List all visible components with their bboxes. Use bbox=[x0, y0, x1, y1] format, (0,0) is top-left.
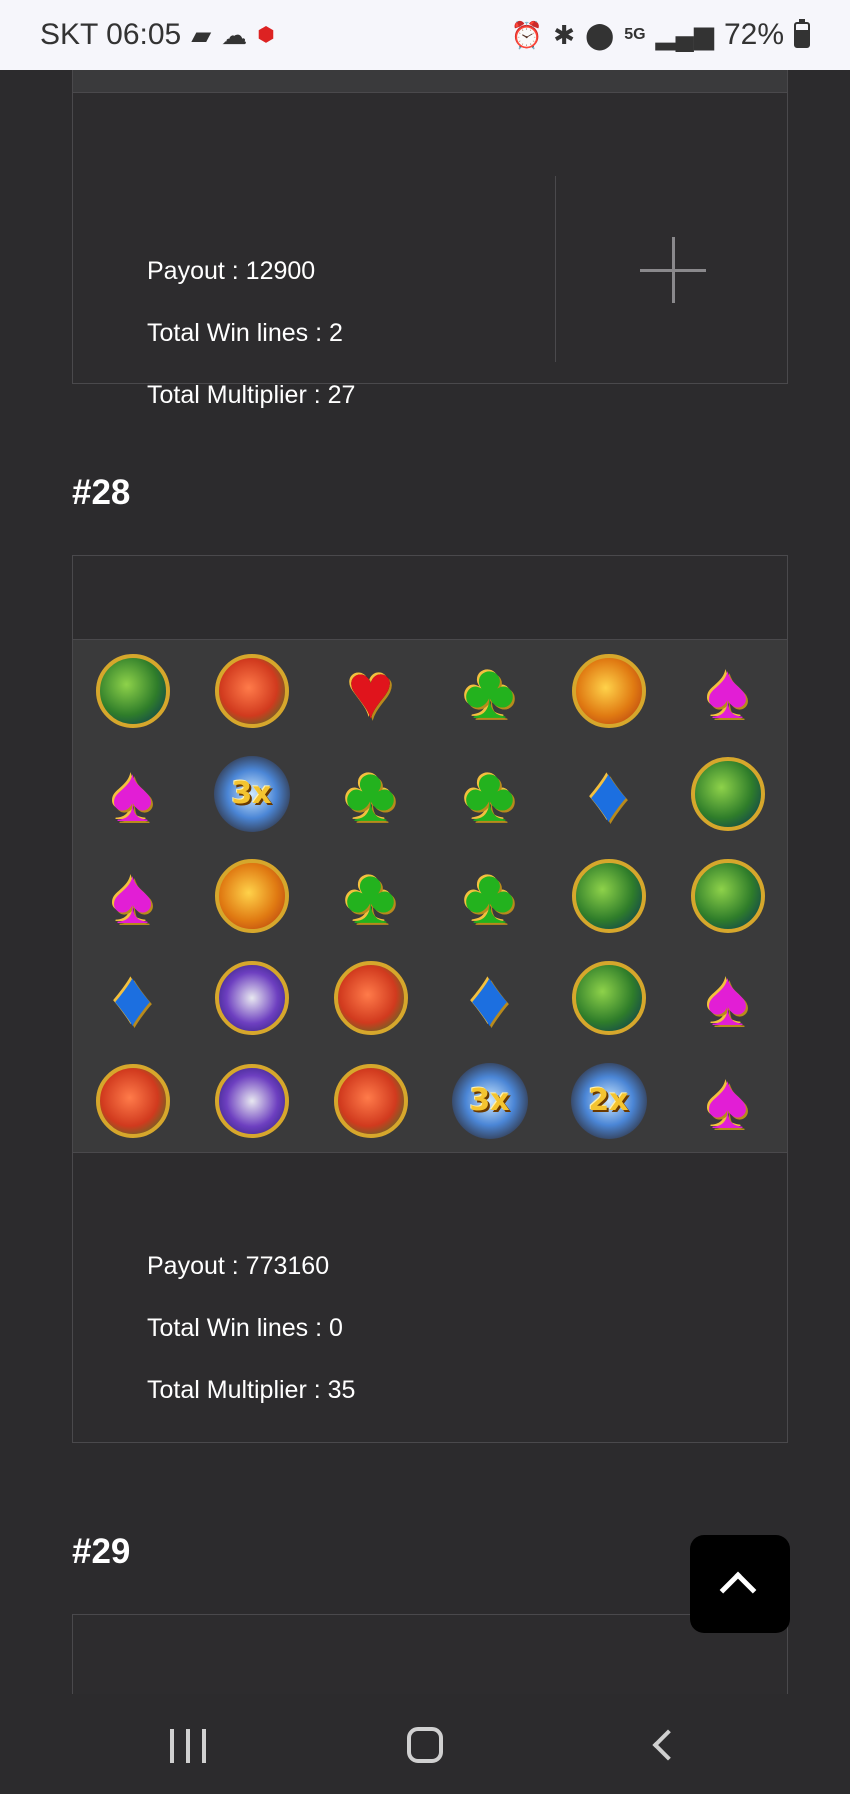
signal-icon: ▂▄▆ bbox=[655, 20, 714, 50]
grid-cell: ♠ bbox=[73, 845, 192, 947]
heart-symbol-icon: ♥ bbox=[347, 647, 394, 736]
grid-cell: ♣ bbox=[430, 640, 549, 742]
grid-cell bbox=[192, 640, 311, 742]
grid-cell bbox=[73, 640, 192, 742]
grid-cell: ♦ bbox=[430, 947, 549, 1049]
grid-cell: ♣ bbox=[311, 845, 430, 947]
recents-icon[interactable] bbox=[170, 1729, 206, 1763]
win-lines-text: Total Win lines : 0 bbox=[147, 1314, 343, 1342]
spin-title-28: #28 bbox=[72, 473, 131, 512]
card-icon: ▰ bbox=[191, 20, 212, 50]
grid-cell: ♠ bbox=[668, 640, 787, 742]
grid-cell bbox=[549, 947, 668, 1049]
wild-3x-symbol-icon: 3x bbox=[213, 755, 290, 832]
fish-red-symbol-icon bbox=[333, 961, 408, 1036]
grid-cell: ♦ bbox=[549, 742, 668, 844]
fish-red-symbol-icon bbox=[214, 654, 289, 729]
back-icon[interactable] bbox=[652, 1729, 684, 1761]
stats-divider bbox=[555, 176, 556, 362]
club-symbol-icon: ♣ bbox=[463, 851, 516, 940]
multiplier-text: Total Multiplier : 27 bbox=[147, 381, 356, 409]
app-icon: ⬢ bbox=[257, 24, 275, 46]
grid-cell bbox=[549, 640, 668, 742]
wild-2x-symbol-icon: 2x bbox=[570, 1062, 647, 1139]
grid-cell: ♠ bbox=[668, 947, 787, 1049]
grid-cell bbox=[192, 1050, 311, 1152]
location-icon: ⬤ bbox=[585, 20, 615, 50]
spin-card-previous: Payout : 12900 Total Win lines : 2 Total… bbox=[72, 70, 788, 409]
fish-green-symbol-icon bbox=[571, 961, 646, 1036]
back-to-top-button[interactable] bbox=[690, 1535, 790, 1633]
spade-symbol-icon: ♠ bbox=[111, 851, 154, 940]
grid-cell: ♣ bbox=[311, 742, 430, 844]
grid-cell: ♠ bbox=[73, 742, 192, 844]
club-symbol-icon: ♣ bbox=[344, 851, 397, 940]
diamond-symbol-icon: ♦ bbox=[469, 954, 510, 1043]
grid-cell: ♠ bbox=[668, 1050, 787, 1152]
grid-cell bbox=[192, 947, 311, 1049]
spin-stats: Payout : 12900 Total Win lines : 2 Total… bbox=[147, 240, 355, 426]
fish-orange-symbol-icon bbox=[571, 654, 646, 729]
grid-cell: ♦ bbox=[73, 947, 192, 1049]
navigation-bar bbox=[0, 1694, 850, 1794]
fish-green-symbol-icon bbox=[690, 858, 765, 933]
home-icon[interactable] bbox=[407, 1727, 443, 1763]
grid-cell bbox=[668, 845, 787, 947]
multiplier-text: Total Multiplier : 35 bbox=[147, 1376, 356, 1404]
carrier-time: SKT 06:05 bbox=[40, 18, 182, 51]
payout-text: Payout : 12900 bbox=[147, 257, 316, 285]
fish-orange-symbol-icon bbox=[214, 858, 289, 933]
grid-cell bbox=[668, 742, 787, 844]
fish-green-symbol-icon bbox=[95, 654, 170, 729]
win-lines-text: Total Win lines : 2 bbox=[147, 319, 343, 347]
fish-red-symbol-icon bbox=[333, 1063, 408, 1138]
spin-title-29: #29 bbox=[72, 1532, 131, 1571]
diamond-symbol-icon: ♦ bbox=[112, 954, 153, 1043]
grid-cell: ♣ bbox=[430, 845, 549, 947]
status-bar: SKT 06:05 ▰ ☁ ⬢ ⏰ ✱ ⬤ 5G ▂▄▆ 72% bbox=[0, 0, 850, 70]
fish-purple-symbol-icon bbox=[214, 1063, 289, 1138]
bluetooth-icon: ✱ bbox=[553, 20, 576, 50]
symbol-grid: ♥ ♣ ♠ ♠ 3x ♣ ♣ ♦ ♠ ♣ ♣ ♦ ♦ ♠ 3x 2x ♠ bbox=[73, 639, 787, 1153]
battery-percent: 72% bbox=[723, 18, 784, 51]
spin-stats: Payout : 773160 Total Win lines : 0 Tota… bbox=[147, 1235, 355, 1421]
5g-icon: 5G bbox=[624, 26, 646, 43]
fish-green-symbol-icon bbox=[690, 756, 765, 831]
reel-strip-remnant bbox=[73, 70, 787, 93]
alarm-icon: ⏰ bbox=[510, 20, 544, 50]
wild-3x-symbol-icon: 3x bbox=[451, 1062, 528, 1139]
spin-card-28: ♥ ♣ ♠ ♠ 3x ♣ ♣ ♦ ♠ ♣ ♣ ♦ ♦ ♠ 3x 2x ♠ Payout : 773160 Tot… bbox=[72, 555, 788, 1443]
grid-cell bbox=[73, 1050, 192, 1152]
club-symbol-icon: ♣ bbox=[463, 749, 516, 838]
grid-cell: 2x bbox=[549, 1050, 668, 1152]
chevron-up-icon bbox=[719, 1571, 757, 1609]
spin-card-29 bbox=[72, 1614, 788, 1694]
club-symbol-icon: ♣ bbox=[463, 647, 516, 736]
club-symbol-icon: ♣ bbox=[344, 749, 397, 838]
status-right: ⏰ ✱ ⬤ 5G ▂▄▆ 72% bbox=[511, 18, 810, 52]
payout-text: Payout : 773160 bbox=[147, 1252, 330, 1280]
grid-cell bbox=[311, 947, 430, 1049]
grid-cell bbox=[192, 845, 311, 947]
fish-green-symbol-icon bbox=[571, 858, 646, 933]
diamond-symbol-icon: ♦ bbox=[588, 749, 629, 838]
grid-cell bbox=[311, 1050, 430, 1152]
grid-cell bbox=[549, 845, 668, 947]
plus-icon[interactable] bbox=[640, 237, 706, 303]
spade-symbol-icon: ♠ bbox=[706, 1056, 749, 1145]
grid-cell: ♥ bbox=[311, 640, 430, 742]
fish-purple-symbol-icon bbox=[214, 961, 289, 1036]
cloud-icon: ☁ bbox=[221, 20, 248, 50]
grid-cell: 3x bbox=[192, 742, 311, 844]
grid-cell: ♣ bbox=[430, 742, 549, 844]
spade-symbol-icon: ♠ bbox=[111, 749, 154, 838]
grid-cell: 3x bbox=[430, 1050, 549, 1152]
status-left: SKT 06:05 ▰ ☁ ⬢ bbox=[40, 18, 275, 52]
battery-icon bbox=[794, 19, 810, 48]
spade-symbol-icon: ♠ bbox=[706, 647, 749, 736]
spade-symbol-icon: ♠ bbox=[706, 954, 749, 1043]
fish-red-symbol-icon bbox=[95, 1063, 170, 1138]
